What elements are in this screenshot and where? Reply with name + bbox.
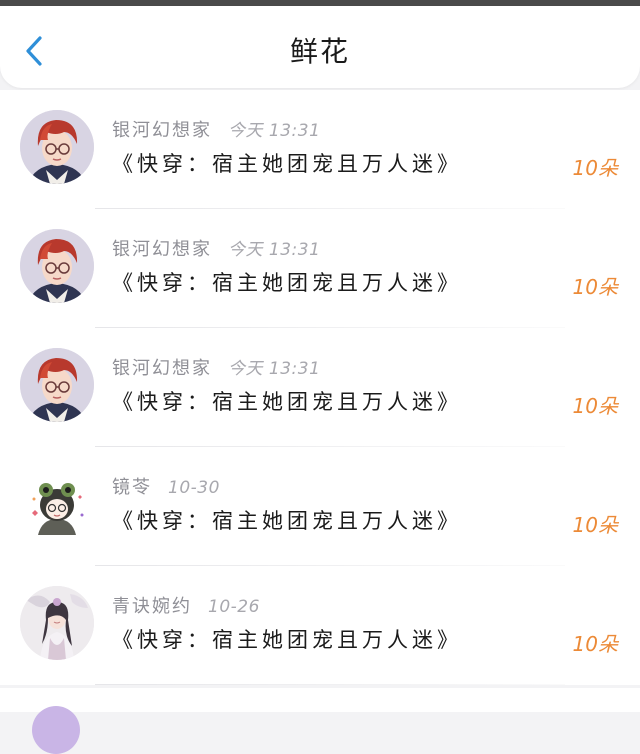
page-title: 鲜花 (289, 35, 350, 68)
book-title[interactable]: 《快穿：宿主她团宠且万人迷》 (112, 388, 462, 416)
flower-amount: 10朵 (572, 513, 618, 537)
flower-amount: 10朵 (572, 632, 618, 656)
avatar[interactable] (20, 348, 94, 422)
list-item[interactable]: 银河幻想家 今天 13:31 《快穿：宿主她团宠且万人迷》 10朵 (0, 209, 640, 328)
avatar[interactable] (20, 229, 94, 303)
user-name[interactable]: 银河幻想家 (112, 358, 212, 379)
book-title[interactable]: 《快穿：宿主她团宠且万人迷》 (112, 626, 462, 654)
user-name[interactable]: 青诀婉约 (112, 596, 192, 617)
list-item[interactable]: 青诀婉约 10-26 《快穿：宿主她团宠且万人迷》 10朵 (0, 566, 640, 685)
list-item[interactable]: 镜苓 10-30 《快穿：宿主她团宠且万人迷》 10朵 (0, 447, 640, 566)
row-meta: 青诀婉约 10-26 (112, 596, 260, 618)
book-title[interactable]: 《快穿：宿主她团宠且万人迷》 (112, 507, 462, 535)
timestamp: 10-26 (208, 597, 260, 617)
avatar[interactable] (20, 110, 94, 184)
user-name[interactable]: 镜苓 (112, 477, 152, 498)
flower-amount: 10朵 (572, 156, 618, 180)
row-divider (95, 684, 565, 685)
list-item[interactable]: 银河幻想家 今天 13:31 《快穿：宿主她团宠且万人迷》 10朵 (0, 90, 640, 209)
timestamp: 今天 13:31 (228, 121, 321, 141)
next-list-item-peek (0, 688, 640, 754)
frog-hat-chibi-avatar-icon (20, 467, 94, 541)
timestamp: 今天 13:31 (228, 240, 321, 260)
row-meta: 银河幻想家 今天 13:31 (112, 239, 320, 261)
timestamp: 10-30 (168, 478, 220, 498)
user-name[interactable]: 银河幻想家 (112, 239, 212, 260)
ancient-costume-girl-avatar-icon (20, 586, 94, 660)
timestamp: 今天 13:31 (228, 359, 321, 379)
row-meta: 银河幻想家 今天 13:31 (112, 120, 320, 142)
avatar (32, 706, 80, 754)
book-title[interactable]: 《快穿：宿主她团宠且万人迷》 (112, 269, 462, 297)
red-haired-boy-avatar-icon (20, 348, 94, 422)
header-bar: 鲜花 (0, 6, 640, 88)
red-haired-boy-avatar-icon (20, 110, 94, 184)
red-haired-boy-avatar-icon (20, 229, 94, 303)
user-name[interactable]: 银河幻想家 (112, 120, 212, 141)
avatar[interactable] (20, 467, 94, 541)
flower-list: 银河幻想家 今天 13:31 《快穿：宿主她团宠且万人迷》 10朵 银河幻想家 今天… (0, 90, 640, 685)
flower-amount: 10朵 (572, 394, 618, 418)
book-title[interactable]: 《快穿：宿主她团宠且万人迷》 (112, 150, 462, 178)
avatar[interactable] (20, 586, 94, 660)
row-meta: 镜苓 10-30 (112, 477, 220, 499)
list-item[interactable]: 银河幻想家 今天 13:31 《快穿：宿主她团宠且万人迷》 10朵 (0, 328, 640, 447)
flower-amount: 10朵 (572, 275, 618, 299)
row-meta: 银河幻想家 今天 13:31 (112, 358, 320, 380)
